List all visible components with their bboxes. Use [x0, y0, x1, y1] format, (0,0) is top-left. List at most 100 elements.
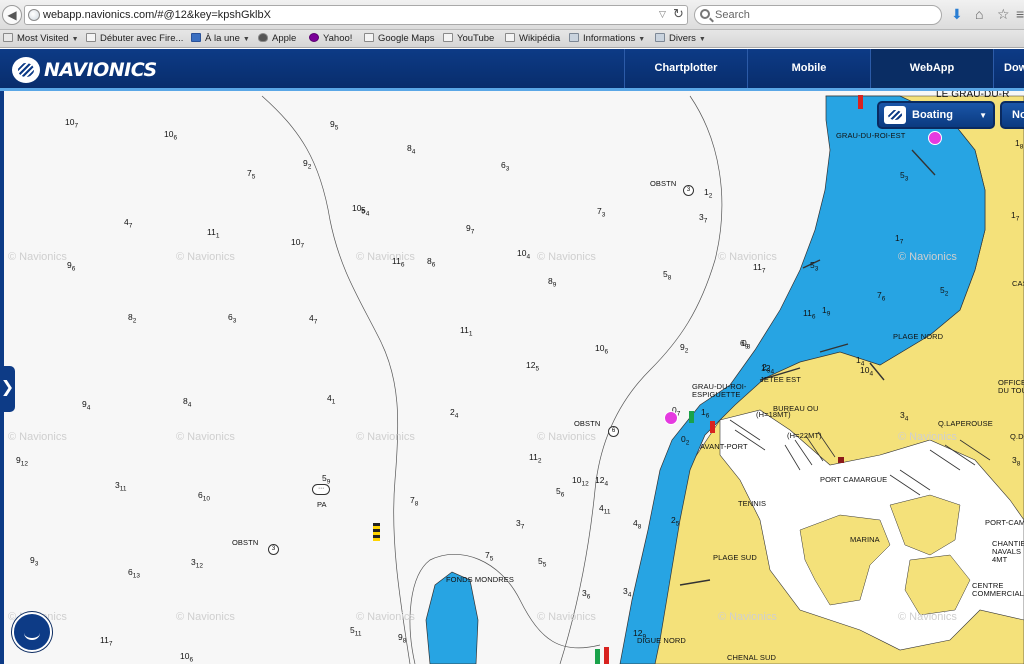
depth-sounding: 14: [856, 355, 865, 368]
layer-select-boating[interactable]: Boating ▼: [877, 101, 995, 129]
layer-select-secondary[interactable]: No: [1000, 101, 1024, 129]
bookmark-google-maps[interactable]: Google Maps: [364, 32, 435, 46]
watermark: © Navionics: [356, 431, 415, 443]
watermark: © Navionics: [176, 611, 235, 623]
apple-icon: [258, 33, 268, 42]
depth-sounding: 92: [303, 158, 312, 171]
place-label: PA: [317, 500, 327, 509]
download-icon[interactable]: ⬇: [951, 6, 963, 23]
home-icon[interactable]: ⌂: [975, 6, 983, 22]
place-label: GRAU-DU-ROI-EST: [836, 131, 906, 140]
search-input[interactable]: Search: [694, 5, 942, 25]
depth-sounding: 86: [427, 256, 436, 269]
globe-icon: [28, 9, 40, 21]
red-buoy-icon[interactable]: [710, 421, 715, 433]
depth-sounding: 116: [803, 308, 816, 321]
page-icon: [364, 33, 374, 42]
watermark: © Navionics: [718, 251, 777, 263]
chevron-down-icon: ▼: [242, 36, 250, 43]
chevron-down-icon: ▼: [638, 36, 646, 43]
depth-sounding: 89: [548, 276, 557, 289]
depth-sounding: 47: [124, 217, 133, 230]
light-beacon-icon[interactable]: [664, 411, 678, 425]
place-label: LE GRAU-DU-R: [936, 91, 1010, 100]
red-buoy-icon[interactable]: [604, 647, 609, 664]
depth-sounding: 82: [128, 312, 137, 325]
bookmark-folder-informations[interactable]: Informations ▼: [569, 32, 645, 46]
green-buoy-icon[interactable]: [595, 649, 600, 664]
reload-icon[interactable]: ↻: [673, 6, 684, 22]
light-beacon-icon[interactable]: [928, 131, 942, 145]
place-label: Q.LAPEROUSE: [938, 419, 993, 428]
depth-sounding: 97: [466, 223, 475, 236]
url-history-dropdown-icon[interactable]: ▽: [659, 9, 666, 20]
depth-sounding: 18: [1015, 138, 1024, 151]
cardinal-buoy-icon[interactable]: [373, 523, 380, 541]
red-buoy-icon[interactable]: [858, 95, 863, 109]
chevron-down-icon: ▼: [979, 111, 987, 120]
depth-sounding: 84: [183, 396, 192, 409]
depth-sounding: 58: [663, 269, 672, 282]
sonar-chart-icon[interactable]: [12, 612, 52, 652]
depth-sounding: 37: [699, 212, 708, 225]
depth-sounding: 56: [556, 486, 565, 499]
watermark: © Navionics: [356, 611, 415, 623]
depth-sounding: 1012: [572, 475, 589, 488]
bookmark-most-visited[interactable]: Most Visited ▼: [3, 32, 79, 46]
bookmarks-bar: Most Visited ▼ Débuter avec Fire... À la …: [0, 30, 1024, 48]
place-label: DU TOU: [998, 386, 1024, 395]
tab-download[interactable]: Dow: [993, 49, 1024, 88]
nautical-chart[interactable]: © Navionics © Navionics © Navionics © Na…: [0, 91, 1024, 664]
tab-mobile[interactable]: Mobile: [747, 49, 870, 88]
depth-sounding: 23: [762, 362, 771, 375]
depth-sounding: 111: [207, 227, 220, 240]
depth-sounding: 107: [65, 117, 79, 130]
bookmark-a-la-une[interactable]: À la une ▼: [191, 32, 250, 46]
depth-sounding: 19: [822, 305, 831, 318]
building-icon: [838, 457, 844, 463]
depth-sounding: 16: [701, 407, 710, 420]
water-pocket: [425, 571, 479, 664]
boating-logo-icon: [884, 106, 906, 124]
depth-sounding: 73: [597, 206, 606, 219]
pipeline-marker-icon[interactable]: ⋯: [312, 484, 330, 495]
bookmark-apple[interactable]: Apple: [258, 32, 296, 46]
depth-sounding: 106: [595, 343, 609, 356]
bookmark-yahoo[interactable]: Yahoo!: [309, 32, 352, 46]
depth-sounding: 125: [526, 360, 540, 373]
bookmark-youtube[interactable]: YouTube: [443, 32, 494, 46]
bookmark-folder-divers[interactable]: Divers ▼: [655, 32, 706, 46]
depth-sounding: 78: [410, 495, 419, 508]
depth-sounding: 48: [633, 518, 642, 531]
green-buoy-icon[interactable]: [689, 411, 694, 423]
folder-icon: [655, 33, 665, 42]
place-label: Q.D: [1010, 432, 1024, 441]
side-panel-toggle[interactable]: ❯: [0, 366, 15, 412]
depth-sounding: 63: [228, 312, 237, 325]
depth-sounding: 105: [352, 203, 366, 216]
depth-sounding: 75: [485, 550, 494, 563]
navionics-logo[interactable]: NAVIONICS: [12, 57, 157, 83]
tab-chartplotter[interactable]: Chartplotter: [624, 49, 747, 88]
yahoo-icon: [309, 33, 319, 42]
tab-webapp[interactable]: WebApp: [870, 49, 993, 88]
depth-sounding: 912: [16, 455, 28, 468]
depth-sounding: 38: [1012, 455, 1021, 468]
wreck-icon[interactable]: 6: [608, 426, 619, 437]
back-arrow-icon[interactable]: ◀: [2, 5, 22, 25]
url-input[interactable]: webapp.navionics.com/#@12&key=kpshGklbX: [24, 5, 688, 25]
wreck-icon[interactable]: 3: [268, 544, 279, 555]
bookmark-star-icon[interactable]: ☆: [997, 6, 1010, 23]
page-icon: [443, 33, 453, 42]
depth-sounding: 36: [582, 588, 591, 601]
menu-icon[interactable]: ≡: [1016, 6, 1024, 22]
bookmark-wikipedia[interactable]: Wikipédia: [505, 32, 560, 46]
star-icon: [3, 33, 13, 42]
depth-sounding: 98: [398, 632, 407, 645]
watermark: © Navionics: [537, 251, 596, 263]
depth-sounding: 03: [742, 338, 751, 351]
depth-sounding: 53: [900, 170, 909, 183]
chevron-down-icon: ▼: [698, 36, 706, 43]
bookmark-debuter[interactable]: Débuter avec Fire...: [86, 32, 183, 46]
wreck-icon[interactable]: 3: [683, 185, 694, 196]
